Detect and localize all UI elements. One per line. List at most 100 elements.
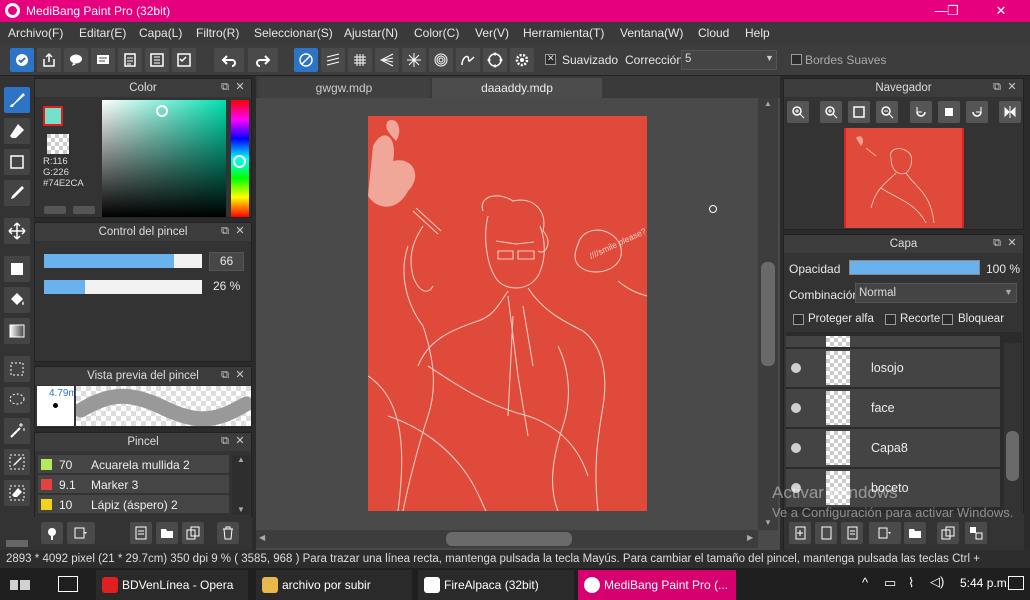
canvas-vertical-scrollbar[interactable]: ▲ ▼ bbox=[758, 98, 778, 530]
canvas-horizontal-scrollbar[interactable]: ◀ ▶ bbox=[256, 530, 758, 548]
folder-icon[interactable] bbox=[156, 522, 178, 544]
scroll-up-icon[interactable]: ▲ bbox=[237, 455, 245, 464]
layer-row-partial[interactable] bbox=[786, 336, 1000, 348]
gear-icon[interactable] bbox=[510, 48, 534, 72]
gradient-tool-icon[interactable] bbox=[4, 318, 30, 344]
saturation-value-picker[interactable] bbox=[102, 100, 226, 217]
undock-icon[interactable]: ⧉ bbox=[219, 435, 231, 447]
undock-icon[interactable]: ⧉ bbox=[991, 81, 1003, 93]
volume-icon[interactable]: ◁) bbox=[930, 574, 944, 590]
start-button[interactable] bbox=[0, 568, 48, 600]
clock[interactable]: 5:44 p.m. bbox=[960, 576, 1010, 590]
battery-icon[interactable]: ▭ bbox=[884, 575, 896, 591]
taskbar-firealpaca[interactable]: FireAlpaca (32bit) bbox=[418, 570, 574, 600]
palette-resize-handle[interactable] bbox=[6, 540, 28, 547]
undock-icon[interactable]: ⧉ bbox=[219, 81, 231, 93]
taskbar-opera[interactable]: BDVenLínea - Opera bbox=[96, 570, 248, 600]
scroll-up-icon[interactable]: ▲ bbox=[764, 99, 772, 108]
recorte-checkbox[interactable] bbox=[885, 314, 896, 325]
hue-slider-cursor[interactable] bbox=[233, 155, 246, 168]
undock-icon[interactable]: ⧉ bbox=[219, 225, 231, 237]
tab-gwgw[interactable]: gwgw.mdp bbox=[258, 78, 430, 98]
redo-icon[interactable] bbox=[248, 48, 278, 72]
new-layer-icon[interactable] bbox=[789, 522, 811, 544]
new-layer-alt-icon[interactable] bbox=[815, 522, 837, 544]
undo-icon[interactable] bbox=[214, 48, 244, 72]
scroll-right-icon[interactable]: ▶ bbox=[747, 533, 753, 542]
radial-snap-icon[interactable] bbox=[402, 48, 426, 72]
brush-size-slider[interactable] bbox=[44, 254, 202, 268]
correccion-select[interactable]: 5 ▼ bbox=[681, 50, 777, 70]
undock-icon[interactable]: ⧉ bbox=[991, 237, 1003, 249]
magic-wand-tool-icon[interactable] bbox=[4, 418, 30, 444]
select-rect-tool-icon[interactable] bbox=[4, 356, 30, 382]
layer-row[interactable]: losojo bbox=[786, 349, 1000, 388]
color-reset-button[interactable] bbox=[73, 206, 95, 214]
layer-opacity-slider[interactable] bbox=[849, 260, 980, 275]
brush-opacity-slider[interactable] bbox=[44, 280, 202, 294]
parallel-snap-icon[interactable] bbox=[321, 48, 345, 72]
menu-cloud[interactable]: Cloud bbox=[698, 26, 729, 40]
curve-snap-icon[interactable] bbox=[456, 48, 480, 72]
layer-add-menu-icon[interactable] bbox=[869, 522, 901, 544]
layer-row[interactable]: Capa8 bbox=[786, 429, 1000, 468]
blend-mode-select[interactable]: Normal ▼ bbox=[855, 283, 1017, 303]
transparent-color-swatch[interactable] bbox=[47, 134, 69, 154]
zoom-out-icon[interactable] bbox=[876, 101, 898, 123]
fill-rect-tool-icon[interactable] bbox=[4, 256, 30, 282]
brush-item[interactable]: 9.1 Marker 3 bbox=[38, 475, 229, 494]
check-icon[interactable] bbox=[10, 48, 34, 72]
perspective-snap-icon[interactable] bbox=[375, 48, 399, 72]
menu-seleccionar[interactable]: Seleccionar(S) bbox=[254, 26, 333, 40]
network-icon[interactable]: ⌇ bbox=[908, 575, 914, 591]
menu-archivo[interactable]: Archivo(F) bbox=[8, 26, 63, 40]
list-icon[interactable] bbox=[145, 48, 169, 72]
taskbar-medibang[interactable]: MediBang Paint Pro (... bbox=[578, 570, 736, 600]
eye-icon[interactable] bbox=[791, 443, 801, 453]
menu-ventana[interactable]: Ventana(W) bbox=[620, 26, 683, 40]
proteger-alfa-checkbox[interactable] bbox=[793, 314, 804, 325]
move-tool-icon[interactable] bbox=[4, 218, 30, 244]
close-icon[interactable]: ✕ bbox=[1006, 237, 1018, 249]
rectangle-tool-icon[interactable] bbox=[4, 149, 30, 175]
primary-color-swatch[interactable] bbox=[43, 106, 63, 126]
scroll-left-icon[interactable]: ◀ bbox=[259, 533, 265, 542]
bordes-suaves-checkbox[interactable] bbox=[791, 54, 802, 65]
close-icon[interactable]: ✕ bbox=[234, 225, 246, 237]
layer-properties-icon[interactable] bbox=[965, 522, 987, 544]
menu-color[interactable]: Color(C) bbox=[414, 26, 459, 40]
tab-daaaddy[interactable]: daaaddy.mdp bbox=[432, 78, 602, 98]
scroll-down-icon[interactable]: ▼ bbox=[764, 518, 772, 527]
zoom-in-icon[interactable] bbox=[787, 101, 809, 123]
close-icon[interactable]: ✕ bbox=[234, 81, 246, 93]
merge-layer-icon[interactable] bbox=[937, 522, 959, 544]
restore-button[interactable]: ❐ bbox=[930, 0, 976, 22]
rotate-right-icon[interactable] bbox=[966, 101, 988, 123]
bloquear-checkbox[interactable] bbox=[942, 314, 953, 325]
concentric-snap-icon[interactable] bbox=[429, 48, 453, 72]
brush-settings-icon[interactable] bbox=[130, 522, 152, 544]
drawing-canvas[interactable]: ////smile please? bbox=[368, 116, 647, 511]
brush-size-value[interactable]: 66 bbox=[209, 252, 244, 271]
lasso-tool-icon[interactable] bbox=[4, 387, 30, 413]
select-pen-tool-icon[interactable] bbox=[4, 449, 30, 475]
select-eraser-tool-icon[interactable] bbox=[4, 480, 30, 506]
eye-icon[interactable] bbox=[791, 403, 801, 413]
layer-scroll-thumb[interactable] bbox=[1006, 431, 1019, 481]
circle-snap-icon[interactable] bbox=[483, 48, 507, 72]
menu-editar[interactable]: Editar(E) bbox=[79, 26, 126, 40]
menu-ajustar[interactable]: Ajustar(N) bbox=[344, 26, 398, 40]
menu-capa[interactable]: Capa(L) bbox=[139, 26, 182, 40]
rotate-left-icon[interactable] bbox=[910, 101, 932, 123]
flip-horizontal-icon[interactable] bbox=[999, 101, 1021, 123]
brush-menu-icon[interactable] bbox=[67, 522, 95, 544]
vertical-scroll-thumb[interactable] bbox=[761, 262, 775, 366]
brush-list-scrollbar[interactable]: ▲ ▼ bbox=[232, 455, 250, 515]
duplicate-layer-icon[interactable] bbox=[841, 522, 863, 544]
navigator-preview[interactable] bbox=[844, 128, 964, 228]
close-icon[interactable]: ✕ bbox=[234, 435, 246, 447]
message-icon[interactable] bbox=[91, 48, 115, 72]
duplicate-brush-icon[interactable] bbox=[182, 522, 204, 544]
undock-icon[interactable]: ⧉ bbox=[219, 369, 231, 381]
brush-item[interactable]: 10 Lápiz (áspero) 2 bbox=[38, 495, 229, 514]
